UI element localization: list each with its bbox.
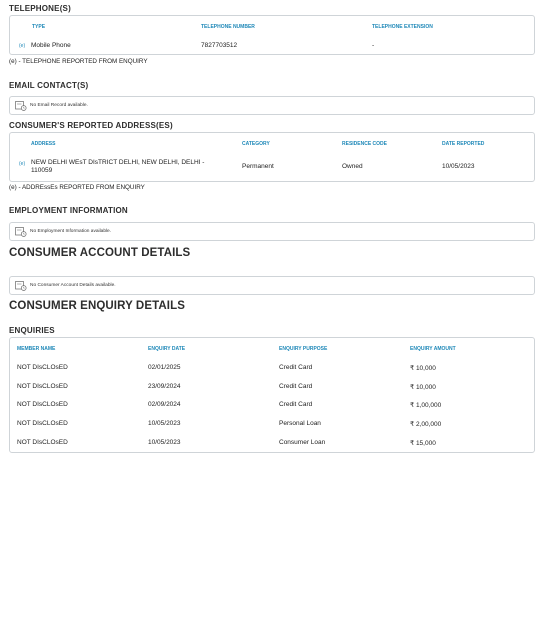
enquiry-member: NOT DIsCLOsED xyxy=(17,420,68,427)
accounts-empty-text: No Consumer Account Details available. xyxy=(30,283,116,288)
enquiry-purpose: Credit Card xyxy=(279,383,313,390)
enquiry-member: NOT DIsCLOsED xyxy=(17,401,68,408)
address-section-title: CONSUMER'S REPORTED ADDRESS(ES) xyxy=(9,121,173,130)
enquiry-amount: ₹ 10,000 xyxy=(410,365,436,372)
address-note: (e) - ADDREssEs REPORTED FROM ENQUIRY xyxy=(9,184,145,191)
enquiry-member: NOT DIsCLOsED xyxy=(17,439,68,446)
telephone-note: (e) - TELEPHONE REPORTED FROM ENQUIRY xyxy=(9,58,148,65)
address-header-date: DATE REPORTED xyxy=(442,141,485,147)
enquiries-header-purpose: ENQUIRY PURPOSE xyxy=(279,346,328,352)
table-row: NOT DIsCLOsED 10/05/2023 Consumer Loan ₹… xyxy=(10,437,534,456)
telephone-section-title: TELEPHONE(S) xyxy=(9,4,71,13)
telephone-extension: - xyxy=(372,42,375,49)
email-empty-text: No Email Record available. xyxy=(30,103,88,108)
address-line-2: 110059 xyxy=(31,167,53,174)
address-residence: Owned xyxy=(342,163,363,170)
enquiry-member: NOT DIsCLOsED xyxy=(17,364,68,371)
email-section-title: EMAIL CONTACT(S) xyxy=(9,81,89,90)
address-table: ADDRESS CATEGORY RESIDENCE CODE DATE REP… xyxy=(9,132,535,182)
enquiry-amount: ₹ 10,000 xyxy=(410,384,436,391)
telephone-header-number: TELEPHONE NUMBER xyxy=(201,24,255,30)
address-date: 10/05/2023 xyxy=(442,163,475,170)
enquiry-date: 23/09/2024 xyxy=(148,383,181,390)
telephone-header-type: TYPE xyxy=(32,24,46,30)
enquiry-purpose: Personal Loan xyxy=(279,420,321,427)
table-row: NOT DIsCLOsED 02/09/2024 Credit Card ₹ 1… xyxy=(10,399,534,418)
enquiry-member: NOT DIsCLOsED xyxy=(17,383,68,390)
email-empty-box: No Email Record available. xyxy=(9,96,535,115)
enquiry-details-title: CONSUMER ENQUIRY DETAILS xyxy=(9,300,185,312)
accounts-section-title: CONSUMER ACCOUNT DETAILS xyxy=(9,247,191,259)
enquiries-table: MEMBER NAME ENQUIRY DATE ENQUIRY PURPOSE… xyxy=(9,337,535,453)
address-header-residence: RESIDENCE CODE xyxy=(342,141,388,147)
enquiry-date: 10/05/2023 xyxy=(148,439,181,446)
telephone-type: Mobile Phone xyxy=(31,42,71,49)
enquiry-purpose: Credit Card xyxy=(279,364,313,371)
telephone-number: 7827703512 xyxy=(201,42,238,49)
enquiry-tag: (e) xyxy=(19,43,26,49)
address-category: Permanent xyxy=(242,163,274,170)
telephone-table: TYPE TELEPHONE NUMBER TELEPHONE EXTENSIO… xyxy=(9,15,535,55)
enquiry-date: 10/05/2023 xyxy=(148,420,181,427)
address-header-address: ADDRESS xyxy=(31,141,56,147)
accounts-empty-box: No Consumer Account Details available. xyxy=(9,276,535,295)
enquiry-amount: ₹ 1,00,000 xyxy=(410,402,442,409)
employment-empty-box: No Employment Information available. xyxy=(9,222,535,241)
table-row: NOT DIsCLOsED 10/05/2023 Personal Loan ₹… xyxy=(10,418,534,437)
employment-section-title: EMPLOYMENT INFORMATION xyxy=(9,206,128,215)
document-clock-icon xyxy=(15,227,27,237)
enquiry-amount: ₹ 15,000 xyxy=(410,440,436,447)
enquiry-amount: ₹ 2,00,000 xyxy=(410,421,442,428)
enquiry-date: 02/01/2025 xyxy=(148,364,181,371)
enquiries-header-member: MEMBER NAME xyxy=(17,346,56,352)
document-clock-icon xyxy=(15,101,27,111)
address-line-1: NEW DELHI WEsT DIsTRICT DELHI, NEW DELHI… xyxy=(31,159,205,166)
document-clock-icon xyxy=(15,281,27,291)
enquiries-header-date: ENQUIRY DATE xyxy=(148,346,186,352)
enquiry-purpose: Credit Card xyxy=(279,401,313,408)
enquiries-header-amount: ENQUIRY AMOUNT xyxy=(410,346,456,352)
enquiry-purpose: Consumer Loan xyxy=(279,439,326,446)
enquiries-section-title: ENQUIRIES xyxy=(9,326,55,335)
telephone-header-extension: TELEPHONE EXTENSION xyxy=(372,24,433,30)
address-header-category: CATEGORY xyxy=(242,141,270,147)
table-row: NOT DIsCLOsED 02/01/2025 Credit Card ₹ 1… xyxy=(10,362,534,381)
employment-empty-text: No Employment Information available. xyxy=(30,229,112,234)
table-row: NOT DIsCLOsED 23/09/2024 Credit Card ₹ 1… xyxy=(10,381,534,400)
enquiry-date: 02/09/2024 xyxy=(148,401,181,408)
enquiry-tag: (e) xyxy=(19,161,26,167)
